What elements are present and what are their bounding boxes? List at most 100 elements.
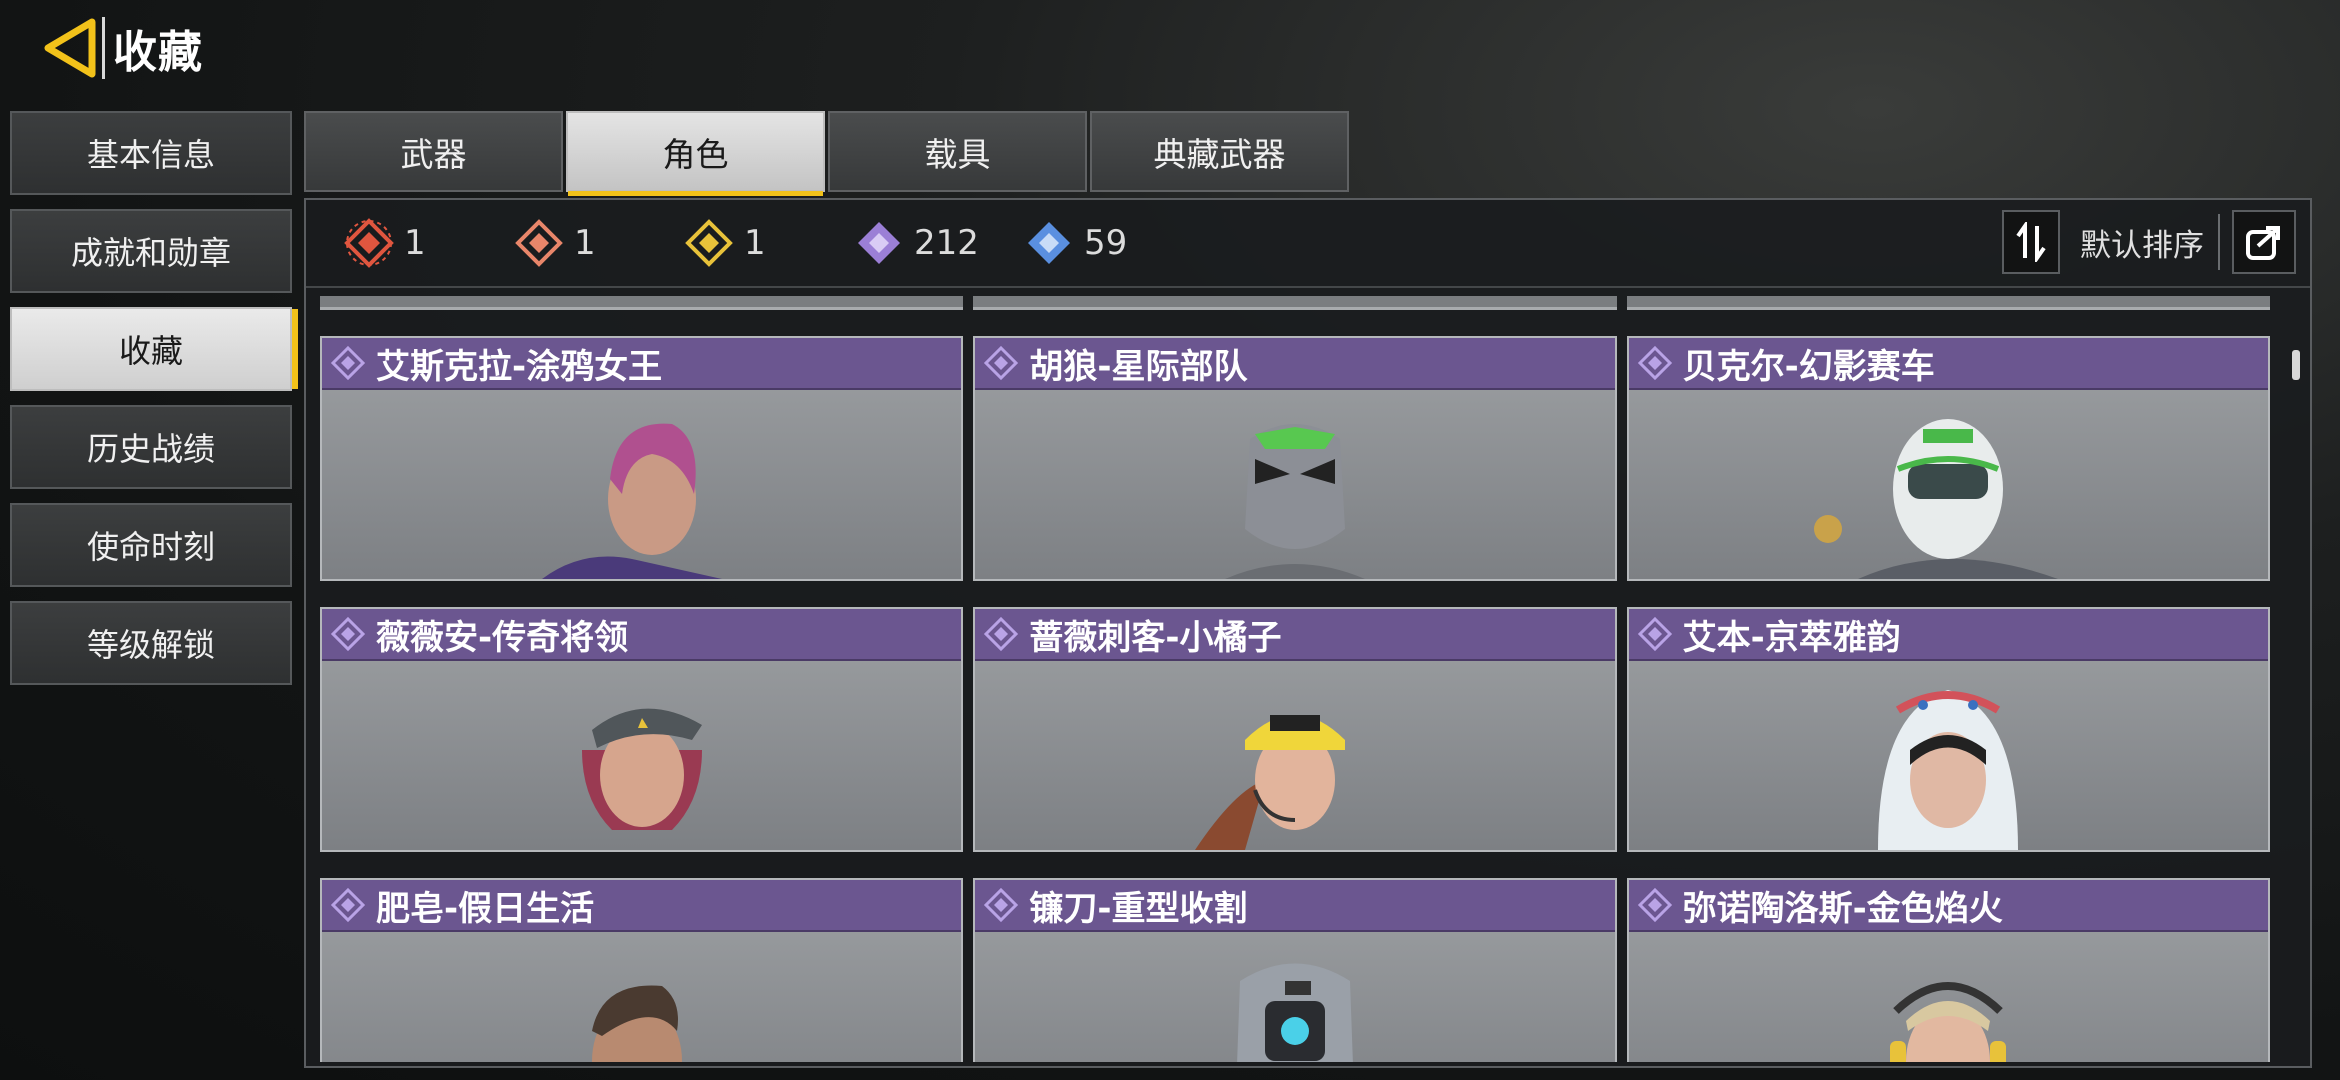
card-header: 蔷薇刺客-小橘子 — [975, 609, 1615, 661]
character-portrait — [1194, 715, 1345, 850]
sidebar-item-label: 成就和勋章 — [70, 234, 231, 272]
sidebar-item-label: 等级解锁 — [86, 626, 215, 664]
card-header: 弥诺陶洛斯-金色焰火 — [1628, 880, 2268, 932]
card-row: 薇薇安-传奇将领 蔷薇刺客-小橘子 艾本-京萃雅韵 — [320, 607, 2280, 852]
partial-card — [1626, 296, 2270, 310]
stat-rare-blue: 59 — [1024, 218, 1194, 268]
share-button[interactable] — [2232, 210, 2296, 274]
character-card[interactable]: 薇薇安-传奇将领 — [320, 607, 964, 852]
stat-legendary-orange: 1 — [514, 218, 684, 268]
stat-legendary-gold: 1 — [684, 218, 854, 268]
tab-label: 载具 — [924, 134, 991, 174]
side-menu: 基本信息 成就和勋章 收藏 历史战绩 使命时刻 等级解锁 — [10, 111, 298, 699]
character-name: 弥诺陶洛斯-金色焰火 — [1682, 888, 2003, 929]
character-card[interactable]: 胡狼-星际部队 — [973, 336, 1617, 581]
scrollbar[interactable] — [2292, 350, 2300, 380]
card-header: 薇薇安-传奇将领 — [322, 609, 962, 661]
orange-legendary-diamond-icon — [515, 219, 563, 267]
stat-count: 1 — [574, 223, 596, 263]
character-portrait — [1237, 963, 1353, 1062]
character-portrait — [541, 423, 722, 579]
category-tabs: 武器 角色 载具 典藏武器 — [304, 111, 1352, 196]
sort-area: 默认排序 — [2002, 210, 2296, 274]
character-portrait — [1224, 424, 1365, 579]
epic-rarity-icon — [330, 345, 366, 381]
card-header: 艾斯克拉-涂鸦女王 — [322, 338, 962, 390]
sidebar-item-label: 收藏 — [118, 332, 183, 370]
header: 收藏 — [40, 14, 203, 82]
sidebar-item-match-history[interactable]: 历史战绩 — [10, 405, 292, 489]
epic-rarity-icon — [1637, 887, 1672, 923]
character-portrait — [1814, 419, 2059, 579]
tab-label: 典藏武器 — [1153, 134, 1286, 174]
epic-rarity-icon — [984, 345, 1019, 381]
character-card[interactable]: 肥皂-假日生活 — [320, 878, 964, 1062]
tab-label: 武器 — [400, 134, 467, 174]
tab-characters[interactable]: 角色 — [566, 111, 825, 196]
epic-rarity-icon — [1637, 616, 1672, 652]
character-card[interactable]: 艾本-京萃雅韵 — [1626, 607, 2270, 852]
divider — [2218, 214, 2220, 270]
character-grid: 艾斯克拉-涂鸦女王 胡狼-星际部队 贝克尔-幻影赛车 薇薇安-传奇将领 蔷薇刺客… — [320, 296, 2280, 1062]
character-name: 胡狼-星际部队 — [1029, 346, 1248, 387]
character-card[interactable]: 贝克尔-幻影赛车 — [1626, 336, 2270, 581]
partial-card — [320, 296, 964, 310]
character-name: 蔷薇刺客-小橘子 — [1029, 617, 1282, 658]
partial-row — [320, 296, 2280, 310]
sort-label[interactable]: 默认排序 — [2080, 220, 2204, 265]
stat-count: 1 — [744, 223, 766, 263]
page-title: 收藏 — [113, 27, 203, 78]
back-arrow-icon — [44, 18, 96, 78]
share-icon — [2246, 226, 2280, 260]
character-name: 贝克尔-幻影赛车 — [1682, 346, 1935, 387]
red-mythic-diamond-icon — [344, 218, 394, 268]
character-portrait — [591, 985, 682, 1062]
card-header: 肥皂-假日生活 — [322, 880, 962, 932]
sidebar-item-achievements[interactable]: 成就和勋章 — [10, 209, 292, 293]
sidebar-item-label: 基本信息 — [86, 136, 215, 174]
blue-rare-diamond-icon — [1028, 222, 1070, 264]
card-row: 肥皂-假日生活 镰刀-重型收割 弥诺陶洛斯-金色焰火 — [320, 878, 2280, 1062]
sidebar-item-collection[interactable]: 收藏 — [10, 307, 298, 391]
stat-mythic-red: 1 — [344, 218, 514, 268]
rarity-stats-bar: 1 1 1 212 59 默认排序 — [306, 200, 2310, 288]
sidebar-item-label: 使命时刻 — [86, 528, 215, 566]
character-name: 艾本-京萃雅韵 — [1682, 617, 1901, 658]
tab-vehicles[interactable]: 载具 — [828, 111, 1087, 192]
partial-card — [973, 296, 1617, 310]
character-name: 薇薇安-传奇将领 — [376, 617, 629, 658]
character-name: 艾斯克拉-涂鸦女王 — [376, 346, 663, 387]
character-card[interactable]: 艾斯克拉-涂鸦女王 — [320, 336, 964, 581]
tab-label: 角色 — [662, 134, 729, 174]
sort-order-button[interactable] — [2002, 210, 2060, 274]
character-card[interactable]: 蔷薇刺客-小橘子 — [973, 607, 1617, 852]
sidebar-item-basic-info[interactable]: 基本信息 — [10, 111, 292, 195]
character-card[interactable]: 弥诺陶洛斯-金色焰火 — [1626, 878, 2270, 1062]
character-portrait — [1878, 690, 2019, 850]
sidebar-item-duty-moments[interactable]: 使命时刻 — [10, 503, 292, 587]
card-header: 镰刀-重型收割 — [975, 880, 1615, 932]
stat-epic-purple: 212 — [854, 218, 1024, 268]
card-row: 艾斯克拉-涂鸦女王 胡狼-星际部队 贝克尔-幻影赛车 — [320, 336, 2280, 581]
header-separator — [102, 17, 105, 79]
sort-arrows-icon — [2016, 222, 2046, 262]
character-portrait — [581, 708, 702, 830]
epic-rarity-icon — [330, 616, 366, 652]
character-card[interactable]: 镰刀-重型收割 — [973, 878, 1617, 1062]
gold-legendary-diamond-icon — [685, 219, 733, 267]
purple-epic-diamond-icon — [858, 222, 900, 264]
tab-collectible-weapons[interactable]: 典藏武器 — [1090, 111, 1349, 192]
sidebar-item-level-unlocks[interactable]: 等级解锁 — [10, 601, 292, 685]
epic-rarity-icon — [330, 887, 366, 923]
epic-rarity-icon — [984, 616, 1019, 652]
epic-rarity-icon — [1637, 345, 1672, 381]
card-header: 艾本-京萃雅韵 — [1628, 609, 2268, 661]
back-button[interactable] — [40, 14, 100, 82]
stat-count: 59 — [1084, 223, 1128, 263]
card-header: 贝克尔-幻影赛车 — [1628, 338, 2268, 390]
stat-count: 1 — [404, 223, 426, 263]
tab-weapons[interactable]: 武器 — [304, 111, 563, 192]
stat-count: 212 — [914, 223, 979, 263]
sidebar-item-label: 历史战绩 — [86, 430, 215, 468]
character-name: 镰刀-重型收割 — [1029, 888, 1248, 929]
